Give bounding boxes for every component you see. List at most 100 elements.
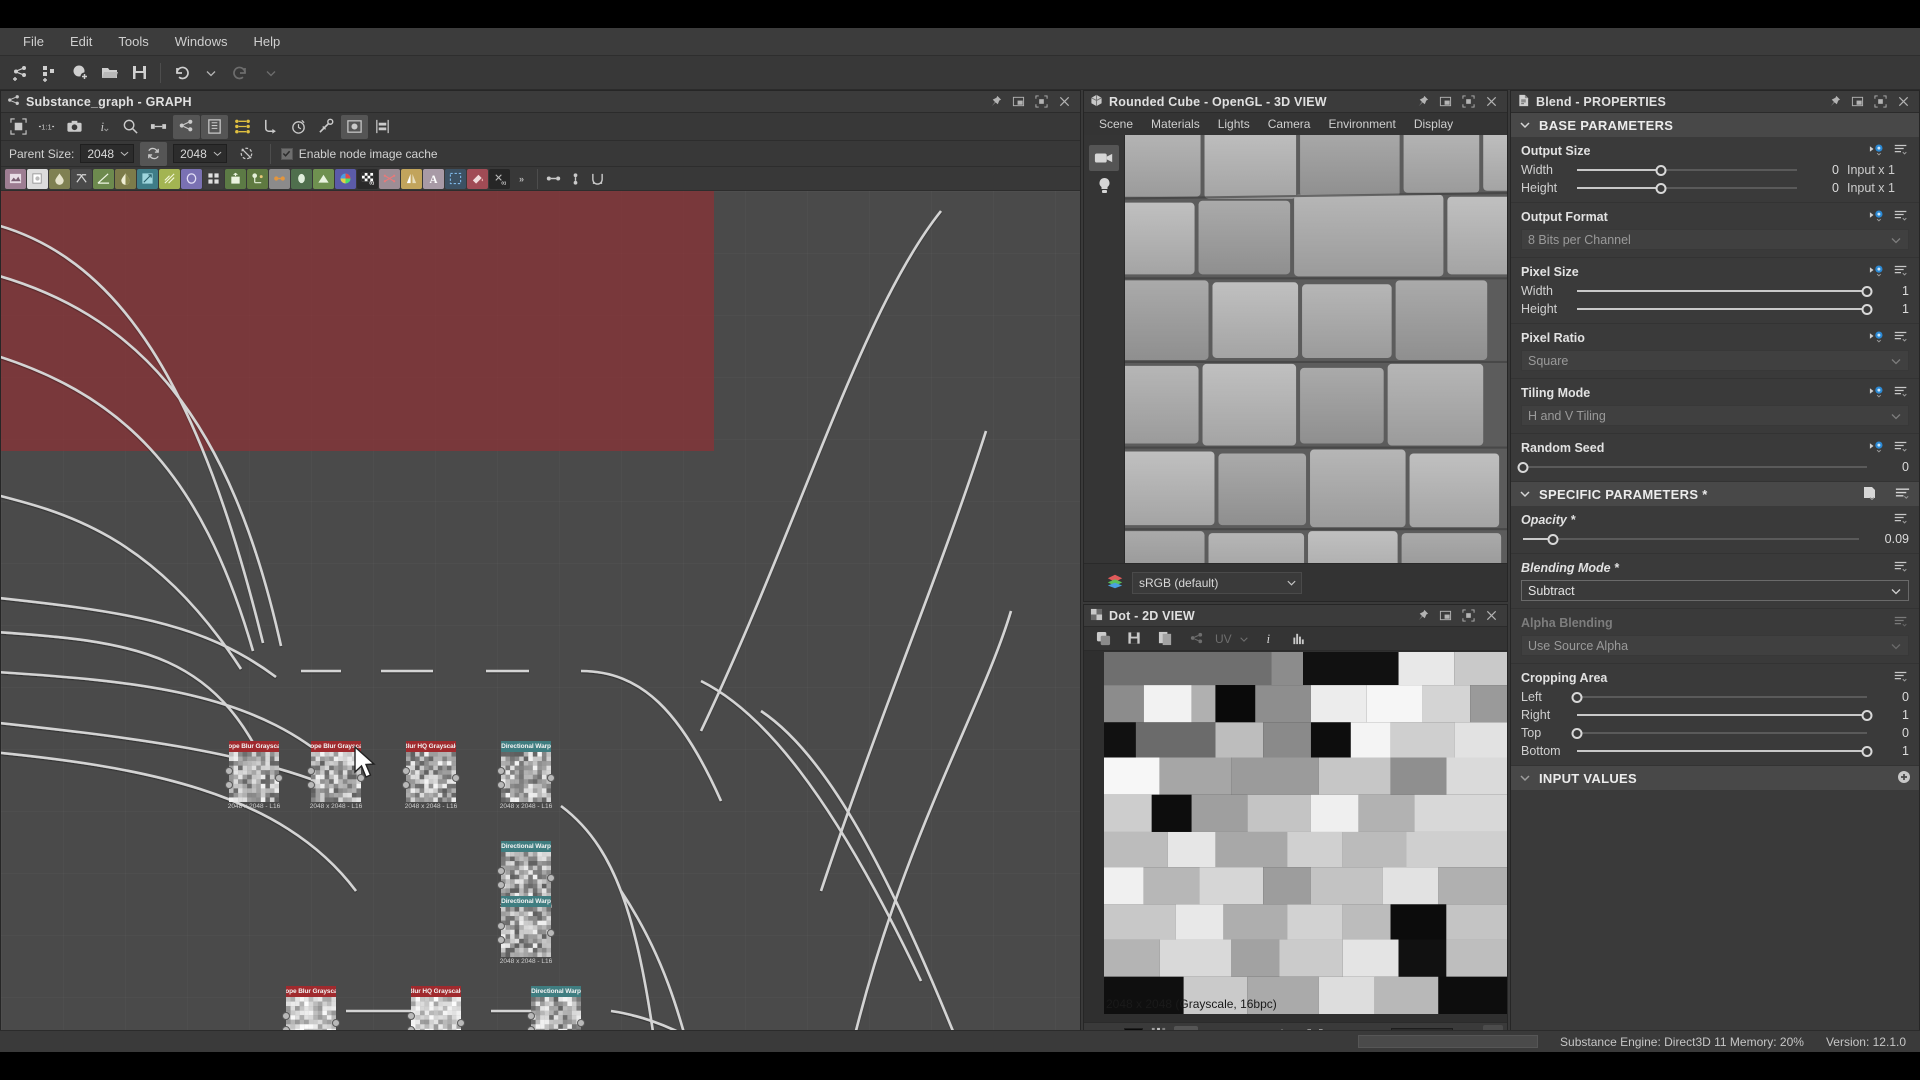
node-input-port[interactable] [527,1012,535,1020]
expose-parameter-icon[interactable] [1869,208,1887,225]
node-input-port[interactable] [497,867,505,875]
node-input-port[interactable] [497,881,505,889]
expose-parameter-icon[interactable] [1869,439,1887,456]
parameter-menu-icon[interactable] [1893,208,1909,225]
section-input-values[interactable]: INPUT VALUES [1511,766,1919,790]
graph-node[interactable]: Directional Warp2048 x 2048 - L16 [501,841,551,902]
graph-node[interactable]: Directional Warp2048 x 2048 - L16 [501,741,551,802]
pin-icon[interactable] [985,93,1005,111]
cropping-left-slider[interactable] [1577,690,1867,704]
light-icon[interactable] [1089,173,1119,199]
pixel-size-height-value[interactable]: 1 [1875,302,1909,316]
node-output-port[interactable] [332,1019,340,1027]
opacity-value[interactable]: 0.09 [1867,532,1909,546]
node-input-port[interactable] [497,936,505,944]
output-size-height-mode[interactable]: Input x 1 [1847,181,1909,195]
bitmap-icon[interactable] [5,169,26,189]
cropping-right-slider[interactable] [1577,708,1867,722]
noise-icon[interactable] [49,169,70,189]
graph-canvas[interactable]: Slope Blur Grayscale2048 x 2048 - L16Slo… [1,191,1080,1051]
pin-icon[interactable] [1412,607,1432,625]
normal-icon[interactable] [247,169,268,189]
warp-icon[interactable] [137,169,158,189]
section-specific-parameters[interactable]: SPECIFIC PARAMETERS * [1511,482,1919,506]
ellipse-icon[interactable] [291,169,312,189]
ratio-1-1-icon[interactable]: 1:1 [33,115,60,139]
node-input-port[interactable] [282,1012,290,1020]
opacity-slider[interactable] [1523,532,1859,546]
node-input-port[interactable] [497,922,505,930]
random-seed-slider[interactable] [1523,460,1867,474]
cropping-right-value[interactable]: 1 [1875,708,1909,722]
graph-node[interactable]: Blur HQ Grayscale2048 x 2048 - L16 [406,741,456,802]
blend-icon[interactable] [115,169,136,189]
color-wheel-icon[interactable] [335,169,356,189]
node-input-port[interactable] [225,767,233,775]
new-graph-icon[interactable] [6,60,34,86]
node-input-port[interactable] [225,781,233,789]
expose-parameter-icon[interactable] [1869,329,1887,346]
maximize-icon[interactable] [1458,607,1478,625]
maximize-icon[interactable] [1458,93,1478,111]
close-icon[interactable] [1481,93,1501,111]
node-output-port[interactable] [547,929,555,937]
tiling-mode-dropdown[interactable]: H and V Tiling [1521,405,1909,426]
mirror-icon[interactable] [401,169,422,189]
info-icon[interactable]: i [1255,627,1282,651]
parameter-menu-icon[interactable] [1893,669,1909,686]
node-input-port[interactable] [402,781,410,789]
pin-icon[interactable] [1412,93,1432,111]
selection-icon[interactable] [445,169,466,189]
search-icon[interactable] [117,115,144,139]
atlas-icon[interactable]: 01 [489,169,510,189]
cropping-bottom-slider[interactable] [1577,744,1867,758]
tile-icon[interactable] [203,169,224,189]
timer-icon[interactable] [285,115,312,139]
mask-icon[interactable]: 01 [357,169,378,189]
section-base-parameters[interactable]: BASE PARAMETERS [1511,113,1919,137]
menu-windows[interactable]: Windows [162,31,241,52]
svg-icon[interactable] [27,169,48,189]
dependency-icon[interactable] [229,115,256,139]
node-input-port[interactable] [307,781,315,789]
graph-link-icon[interactable] [1183,627,1210,651]
menu-file[interactable]: File [10,31,57,52]
magnet-icon[interactable] [587,169,608,189]
paint-icon[interactable] [467,169,488,189]
input-output-icon[interactable] [543,169,564,189]
info-icon[interactable]: i [89,115,116,139]
expose-parameter-icon[interactable] [1869,263,1887,280]
save-icon[interactable] [126,60,154,86]
copy-view-icon[interactable] [1090,627,1117,651]
cropping-top-slider[interactable] [1577,726,1867,740]
fit-view-icon[interactable] [5,115,32,139]
node-output-port[interactable] [547,774,555,782]
connector-icon[interactable] [257,115,284,139]
view3d-menu-camera[interactable]: Camera [1259,115,1320,133]
emboss-icon[interactable] [225,169,246,189]
graph-node[interactable]: Slope Blur Grayscale2048 x 2048 - L16 [229,741,279,802]
expose-parameter-icon[interactable] [1869,384,1887,401]
node-output-port[interactable] [547,874,555,882]
parameter-menu-icon[interactable] [1893,384,1909,401]
node-output-port[interactable] [577,1019,585,1027]
view3d-menu-lights[interactable]: Lights [1209,115,1259,133]
pixel-ratio-dropdown[interactable]: Square [1521,350,1909,371]
menu-edit[interactable]: Edit [57,31,105,52]
menu-tools[interactable]: Tools [105,31,161,52]
node-output-port[interactable] [452,774,460,782]
output-size-height-value[interactable]: 0 [1805,181,1839,195]
node-output-port[interactable] [457,1019,465,1027]
close-icon[interactable] [1481,607,1501,625]
redo-icon[interactable] [227,60,255,86]
tools-icon[interactable] [313,115,340,139]
align-icon[interactable] [369,115,396,139]
output-size-width-slider[interactable] [1577,163,1797,177]
pixel-size-width-value[interactable]: 1 [1875,284,1909,298]
output-size-width-value[interactable]: 0 [1805,163,1839,177]
node-output-port[interactable] [275,774,283,782]
duplicate-icon[interactable] [1152,627,1179,651]
random-seed-value[interactable]: 0 [1875,460,1909,474]
menu-help[interactable]: Help [240,31,293,52]
view3d-menu-environment[interactable]: Environment [1319,115,1404,133]
